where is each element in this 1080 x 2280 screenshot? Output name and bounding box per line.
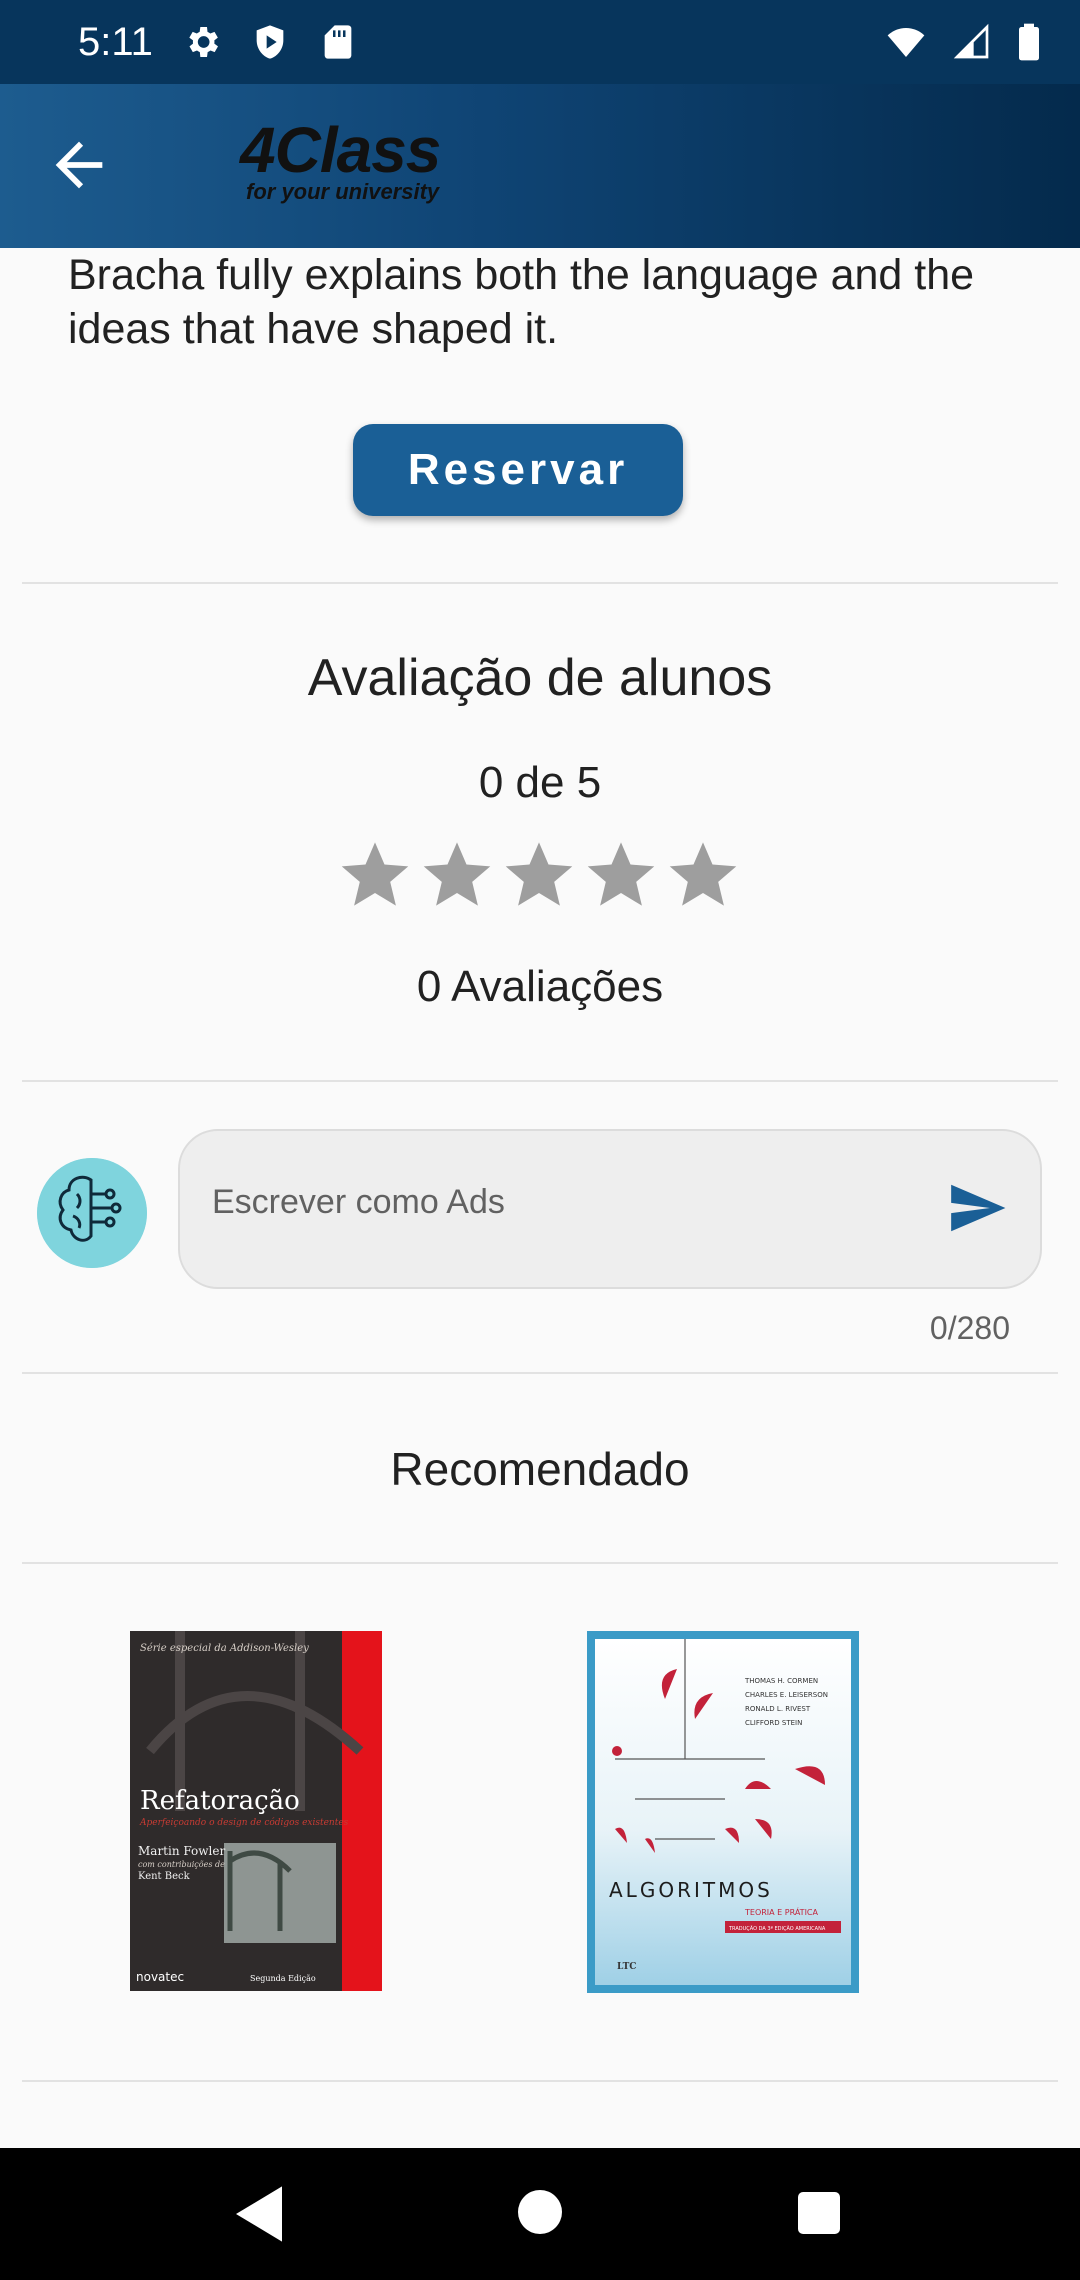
book-card-refatoracao[interactable]: Série especial da Addison-Wesley Refator… [130,1631,382,1991]
book-card-algoritmos[interactable]: THOMAS H. CORMEN CHARLES E. LEISERSON RO… [587,1631,859,1993]
book-cover-refatoracao: Série especial da Addison-Wesley Refator… [130,1631,382,1991]
nav-back-icon[interactable] [236,2186,282,2242]
star-icon [423,842,491,906]
comment-box[interactable]: Escrever como Ads [178,1129,1042,1289]
status-time: 5:11 [78,20,153,64]
book-author: Martin Fowler [138,1844,225,1858]
navigation-bar [0,2148,1080,2280]
contributor: Kent Beck [138,1871,191,1882]
divider [22,1080,1058,1082]
star-rating [337,836,741,912]
author-2: CHARLES E. LEISERSON [745,1691,828,1699]
author-4: CLIFFORD STEIN [745,1719,802,1727]
book-detail-content[interactable]: Bracha fully explains both the language … [0,248,1080,2148]
divider [22,582,1058,584]
star-icon [587,842,655,906]
cellular-signal-icon [953,23,989,59]
star-icon [669,842,737,906]
rating-title: Avaliação de alunos [307,649,773,707]
logo-sub: for your university [246,179,440,204]
app-logo: 4Class for your university [240,114,441,204]
shield-icon [256,25,284,59]
reviews-count: 0 Avaliações [416,962,664,1011]
status-bar: 5:11 [0,0,1080,84]
publisher: LTC [617,1962,636,1972]
book-subtitle: TEORIA E PRÁTICA [744,1906,819,1917]
reserve-button[interactable]: Reservar [353,424,683,516]
send-icon[interactable] [944,1177,1010,1239]
star-icon [341,842,409,906]
edition: Segunda Edição [250,1974,316,1983]
arrow-back-icon[interactable] [44,130,114,200]
logo-main: 4Class [240,114,441,186]
book-title: Refatoração [140,1786,300,1816]
divider [22,2080,1058,2082]
author-1: THOMAS H. CORMEN [744,1677,818,1685]
star-icon [505,842,573,906]
app-bar: 4Class for your university [0,84,1080,248]
avatar [37,1158,147,1268]
nav-recents-icon[interactable] [798,2192,840,2234]
sd-card-icon [324,25,352,59]
brain-circuit-icon [37,1158,147,1268]
wifi-icon [887,28,925,57]
comment-input[interactable]: Escrever como Ads [212,1183,892,1222]
battery-icon [1019,23,1039,61]
divider [22,1372,1058,1374]
nav-home-icon[interactable] [518,2190,562,2234]
settings-icon [189,27,218,57]
rating-score: 0 de 5 [478,758,602,807]
book-title: ALGORITMOS [609,1878,773,1902]
recommended-title: Recomendado [390,1443,690,1495]
book-description: Bracha fully explains both the language … [68,251,975,353]
contributors-label: com contribuições de [138,1860,225,1869]
book-cover-algoritmos: THOMAS H. CORMEN CHARLES E. LEISERSON RO… [595,1639,851,1985]
book-subtitle: Aperfeiçoando o design de códigos existe… [139,1817,349,1828]
char-count: 0/280 [929,1310,1010,1346]
series-text: Série especial da Addison-Wesley [140,1643,309,1654]
book-badge: TRADUÇÃO DA 3ª EDIÇÃO AMERICANA [728,1925,826,1932]
publisher: novatec [136,1970,184,1984]
divider [22,1562,1058,1564]
author-3: RONALD L. RIVEST [745,1705,811,1713]
